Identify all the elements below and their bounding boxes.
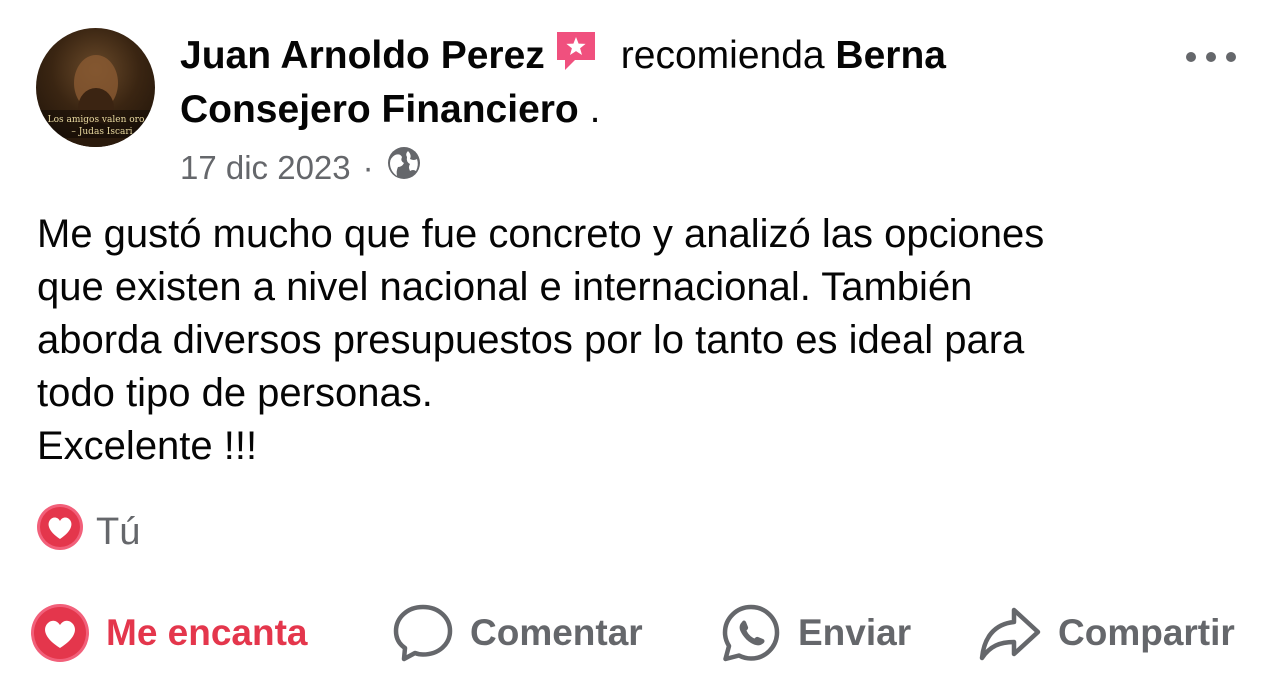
send-label: Enviar: [798, 612, 912, 653]
post-body-line: Me gustó mucho que fue concreto y analiz…: [37, 212, 1045, 256]
heart-reaction-icon: [36, 503, 84, 561]
reactions-summary[interactable]: Tú: [36, 503, 140, 561]
share-label: Compartir: [1058, 612, 1235, 653]
post-header-cont: Consejero Financiero .: [180, 87, 600, 133]
post-body: Me gustó mucho que fue concreto y analiz…: [37, 208, 1247, 473]
recommend-icon: [553, 28, 599, 85]
recommend-verb: recomienda: [620, 34, 825, 77]
share-arrow-icon: [979, 607, 1041, 661]
comment-button[interactable]: Comentar: [392, 598, 643, 668]
comment-label: Comentar: [470, 612, 643, 653]
author-name[interactable]: Juan Arnoldo Perez: [180, 34, 545, 77]
post-body-line: Excelente !!!: [37, 424, 258, 468]
author-avatar[interactable]: Los amigos valen oro – Judas Iscari: [36, 28, 155, 147]
action-bar: Me encanta Comentar Enviar Compartir: [0, 598, 1280, 668]
post-body-line: que existen a nivel nacional e internaci…: [37, 265, 973, 309]
page-name-cont[interactable]: Consejero Financiero: [180, 88, 579, 131]
post-header: Juan Arnoldo Perez recomienda Berna: [180, 28, 946, 85]
comment-icon: [393, 604, 453, 662]
send-button[interactable]: Enviar: [720, 598, 911, 668]
meta-separator: ·: [362, 148, 374, 186]
post-date[interactable]: 17 dic 2023: [180, 148, 351, 188]
love-label: Me encanta: [106, 612, 308, 653]
avatar-caption-1: Los amigos valen oro: [48, 115, 145, 125]
reactions-label: Tú: [96, 510, 141, 553]
love-button[interactable]: Me encanta: [30, 598, 308, 668]
heart-icon: [31, 604, 89, 662]
post-meta: 17 dic 2023 ·: [180, 145, 422, 190]
share-button[interactable]: Compartir: [978, 598, 1235, 668]
page-name[interactable]: Berna: [835, 34, 946, 77]
post-body-line: aborda diversos presupuestos por lo tant…: [37, 318, 1025, 362]
post-body-line: todo tipo de personas.: [37, 371, 433, 415]
avatar-image: Los amigos valen oro – Judas Iscari: [36, 55, 155, 147]
more-options-icon[interactable]: [1186, 44, 1236, 70]
globe-icon: [386, 145, 422, 190]
whatsapp-icon: [722, 604, 780, 662]
trailing-period: .: [589, 88, 601, 131]
avatar-caption-2: – Judas Iscari: [71, 127, 132, 137]
